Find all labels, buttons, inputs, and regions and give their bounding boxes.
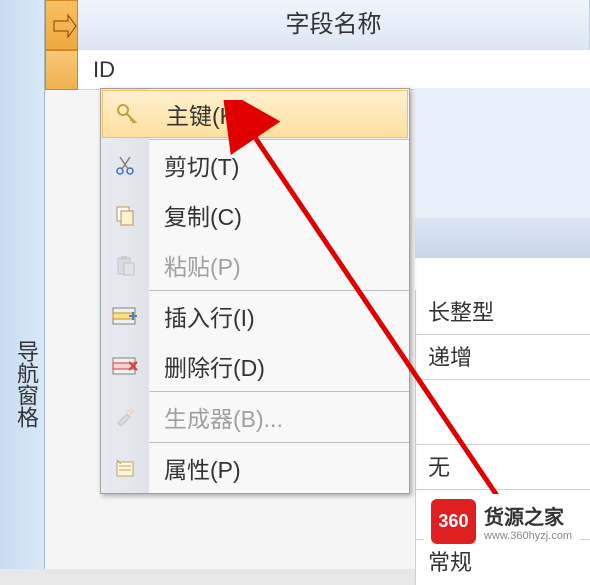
menu-label: 主键(K): [151, 97, 243, 131]
column-header-row: 字段名称: [45, 0, 590, 50]
scissors-icon: [101, 141, 149, 189]
header-row-selector[interactable]: [45, 0, 78, 50]
delete-row-icon: [101, 342, 149, 390]
insert-row-icon: [101, 292, 149, 340]
property-value-cell[interactable]: 长整型: [415, 290, 590, 335]
properties-icon: [101, 444, 149, 492]
menu-label: 生成器(B)...: [149, 400, 283, 434]
navigation-pane-sidebar[interactable]: 导航窗格: [0, 0, 45, 569]
menu-item-primary-key[interactable]: 主键(K): [102, 90, 408, 138]
watermark: 360 货源之家 www.360hyzj.com: [423, 494, 580, 549]
paste-icon: [101, 241, 149, 289]
menu-item-paste: 粘贴(P): [101, 240, 409, 290]
menu-item-insert-row[interactable]: 插入行(I): [101, 291, 409, 341]
field-name-column-header[interactable]: 字段名称: [78, 0, 590, 50]
field-name-cell[interactable]: ID: [78, 50, 590, 90]
menu-item-builder: 生成器(B)...: [101, 392, 409, 442]
builder-icon: [101, 393, 149, 441]
copy-icon: [101, 191, 149, 239]
menu-label: 删除行(D): [149, 349, 265, 383]
menu-label: 复制(C): [149, 198, 242, 232]
menu-item-delete-row[interactable]: 删除行(D): [101, 341, 409, 391]
property-value-cell[interactable]: 无: [415, 445, 590, 490]
property-value-cell[interactable]: [415, 380, 590, 445]
property-value-cell[interactable]: 递增: [415, 335, 590, 380]
menu-label: 剪切(T): [149, 148, 239, 182]
sidebar-title: 导航窗格: [10, 340, 42, 428]
menu-item-copy[interactable]: 复制(C): [101, 190, 409, 240]
key-icon: [103, 90, 151, 138]
context-menu: 主键(K) 剪切(T) 复制(C) 粘贴(P): [100, 88, 410, 494]
watermark-title: 货源之家: [484, 501, 572, 530]
table-design-area: 字段名称 ID 长整型 递增 无 常规 主键(K) 剪切: [45, 0, 590, 569]
menu-item-cut[interactable]: 剪切(T): [101, 140, 409, 190]
menu-item-properties[interactable]: 属性(P): [101, 443, 409, 493]
menu-label: 属性(P): [149, 451, 241, 485]
field-row: ID: [45, 50, 590, 90]
menu-label: 粘贴(P): [149, 248, 241, 282]
menu-label: 插入行(I): [149, 299, 255, 333]
watermark-url: www.360hyzj.com: [484, 530, 572, 542]
watermark-logo: 360: [431, 499, 476, 544]
row-selector[interactable]: [45, 50, 78, 90]
